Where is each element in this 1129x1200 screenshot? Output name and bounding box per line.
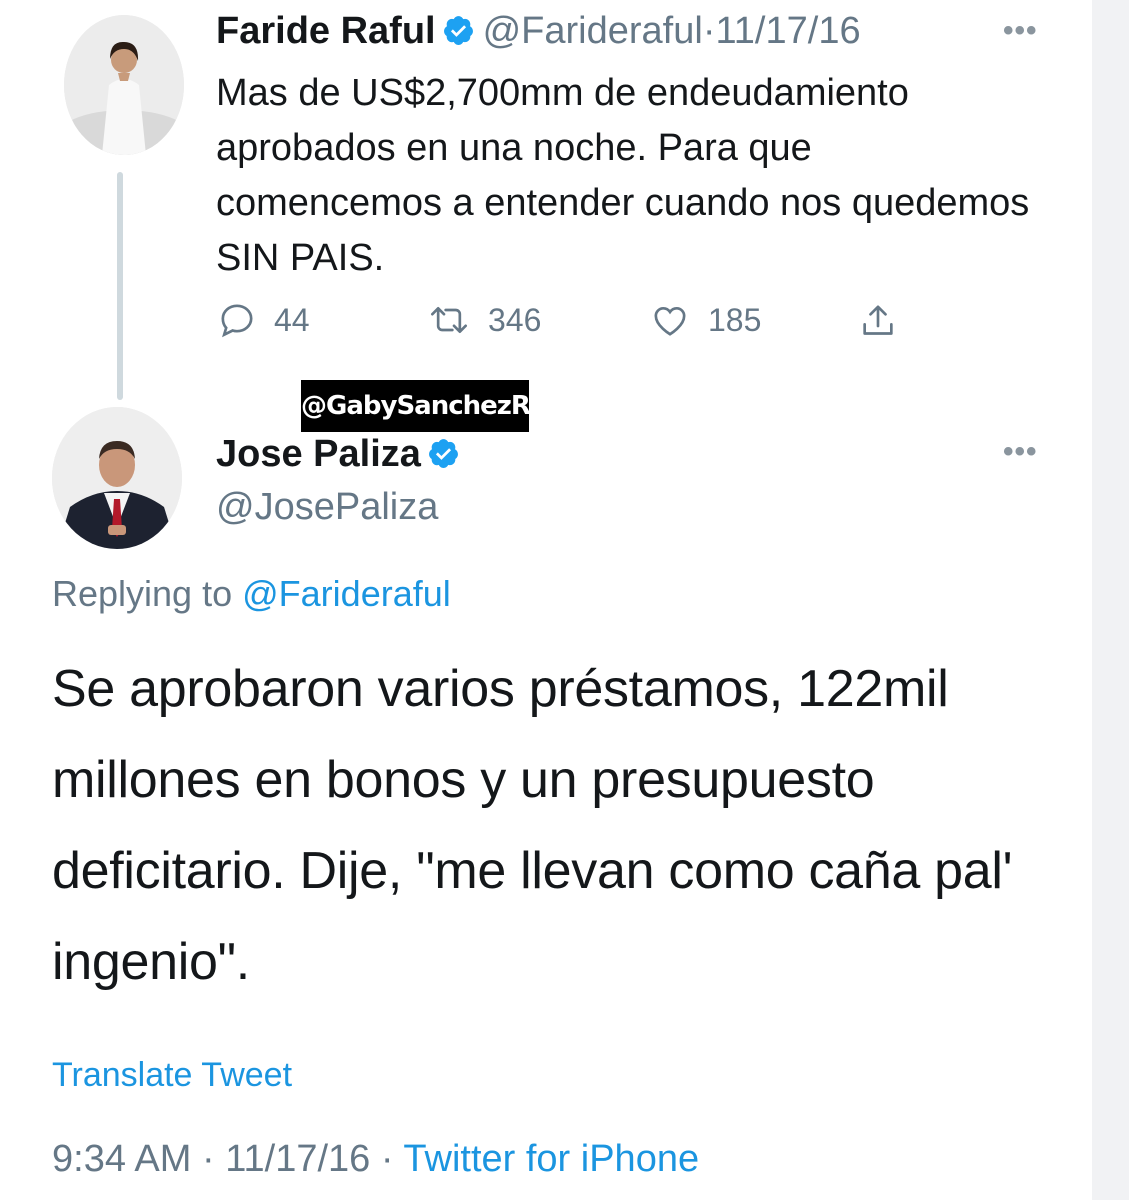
verified-badge-icon	[443, 16, 473, 45]
meta-separator: ·	[380, 1138, 394, 1180]
retweet-icon	[431, 307, 467, 333]
tweet1-separator: ·	[702, 10, 716, 52]
page-edge	[1092, 0, 1129, 1200]
replying-to-prefix: Replying to	[52, 573, 233, 614]
replying-to-line: Replying to @Farideraful	[52, 573, 451, 615]
reply-icon	[221, 304, 253, 338]
tweet1-header: Faride Raful @Farideraful·11/17/16	[216, 10, 861, 53]
jose-paliza-avatar[interactable]	[52, 407, 182, 549]
more-options-icon[interactable]: •••	[1003, 435, 1038, 469]
tweet2-author-name[interactable]: Jose Paliza	[216, 433, 421, 475]
tweet2-time[interactable]: 9:34 AM	[52, 1138, 191, 1180]
watermark-label: @GabySanchezRD	[301, 380, 552, 432]
thread-connector-line	[117, 172, 123, 400]
tweet1-author-name[interactable]: Faride Raful	[216, 10, 436, 52]
tweet1-handle[interactable]: @Farideraful	[483, 10, 703, 52]
translate-tweet-link[interactable]: Translate Tweet	[52, 1056, 292, 1095]
meta-separator: ·	[201, 1138, 215, 1180]
verified-badge-icon	[428, 439, 458, 468]
more-options-icon[interactable]: •••	[1003, 14, 1038, 48]
tweet2-text: Se aprobaron varios préstamos, 122mil mi…	[52, 660, 1013, 991]
faride-raful-avatar[interactable]	[64, 15, 184, 155]
like-count: 185	[708, 301, 762, 338]
tweet2-author-row: Jose Paliza	[216, 433, 460, 476]
tweet1-date[interactable]: 11/17/16	[715, 10, 860, 52]
tweet1-text: Mas de US$2,700mm de endeudamiento aprob…	[216, 72, 1030, 279]
share-button[interactable]	[858, 300, 898, 342]
replying-to-link[interactable]: @Farideraful	[242, 573, 451, 614]
tweet2-date[interactable]: 11/17/16	[225, 1138, 370, 1180]
tweet2-meta: 9:34 AM · 11/17/16 · Twitter for iPhone	[52, 1138, 699, 1181]
retweet-count: 346	[488, 301, 542, 338]
reply-button[interactable]: 44	[216, 300, 310, 340]
tweet2-handle[interactable]: @JosePaliza	[216, 486, 438, 529]
share-icon	[863, 305, 893, 335]
like-button[interactable]: 185	[648, 300, 761, 340]
like-icon	[654, 306, 686, 336]
tweet2-source-link[interactable]: Twitter for iPhone	[403, 1138, 699, 1180]
retweet-button[interactable]: 346	[426, 300, 541, 340]
reply-count: 44	[274, 301, 310, 338]
